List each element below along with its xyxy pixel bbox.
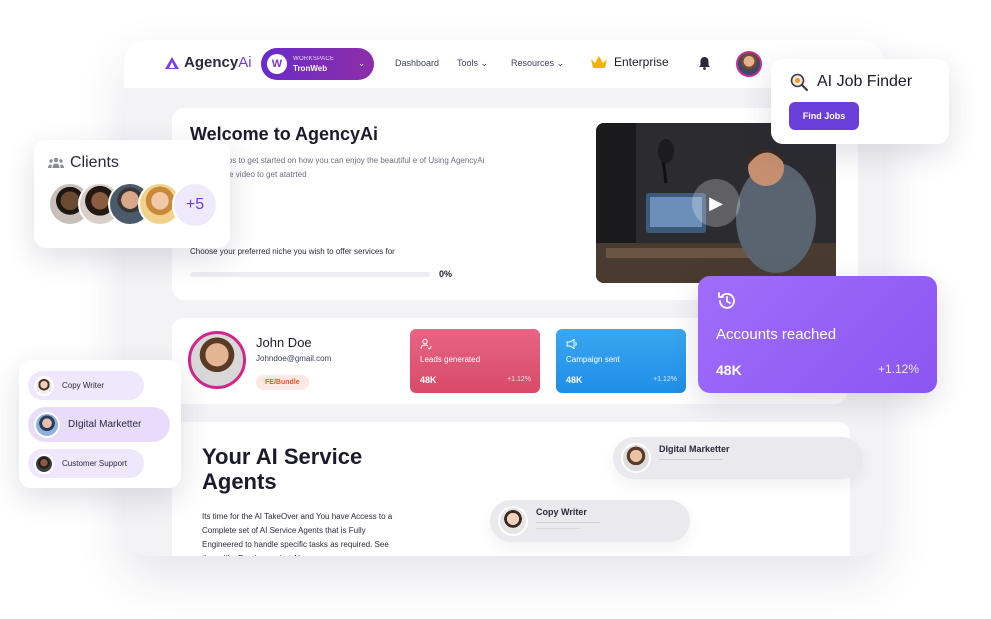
users-icon — [48, 157, 64, 168]
role-label: Customer Support — [62, 459, 127, 468]
find-jobs-button[interactable]: Find Jobs — [789, 102, 859, 130]
role-customer-support[interactable]: Customer Support — [28, 449, 144, 478]
agent-name: Copy Writer — [536, 507, 587, 517]
divider — [536, 528, 580, 529]
agent-pill-copy-writer[interactable]: Copy Writer — [490, 500, 690, 542]
agents-section: Your AI Service Agents Its time for the … — [172, 422, 863, 556]
reach-value: 48K — [716, 362, 742, 378]
divider — [536, 522, 600, 523]
role-avatar — [34, 411, 60, 438]
nav-link-resources[interactable]: Resources ⌄ — [511, 58, 564, 69]
role-copy-writer[interactable]: Copy Writer — [28, 371, 144, 400]
more-clients-count[interactable]: +5 — [172, 182, 218, 228]
enterprise-link[interactable]: Enterprise — [590, 55, 669, 69]
role-label: DIgital Marketter — [68, 419, 142, 430]
workspace-logo-icon: W — [267, 54, 287, 74]
workspace-value: TronWeb — [293, 64, 328, 73]
stat-label: Leads generated — [420, 355, 481, 364]
enterprise-label: Enterprise — [614, 55, 669, 69]
logo-icon — [165, 56, 179, 69]
progress-percent: 0% — [439, 269, 453, 279]
agent-pill-digital-marketter[interactable]: DIgital Marketter — [613, 437, 863, 479]
stat-card-campaigns[interactable]: Campaign sent 48K +1.12% — [556, 329, 686, 393]
job-finder-title: AI Job Finder — [817, 73, 913, 90]
history-icon — [718, 292, 735, 309]
crown-icon — [591, 56, 607, 68]
bell-icon[interactable] — [698, 56, 711, 70]
workspace-selector[interactable]: W WORKSPACE TronWeb ⌄ — [261, 48, 374, 80]
brand-name: Agency — [184, 54, 239, 71]
reach-title: Accounts reached — [716, 326, 837, 343]
profile-email: Johndoe@gmail.com — [256, 354, 332, 363]
agents-title: Your AI Service Agents — [202, 444, 363, 494]
divider — [659, 459, 723, 460]
chevron-down-icon: ⌄ — [358, 59, 365, 68]
profile-avatar — [188, 331, 246, 389]
reach-change: +1.12% — [877, 362, 919, 376]
welcome-card: Welcome to AgencyAi display steps to get… — [172, 108, 858, 300]
stat-change: +1.12% — [507, 376, 531, 383]
logo[interactable]: AgencyAi — [164, 54, 252, 71]
play-button[interactable]: ▶ — [692, 179, 740, 227]
roles-card: Copy Writer DIgital Marketter Customer S… — [19, 360, 181, 488]
clients-title: Clients — [70, 154, 119, 171]
clients-card: Clients +5 — [34, 140, 230, 248]
stage: AgencyAi W WORKSPACE TronWeb ⌄ Dashboard… — [0, 0, 991, 619]
user-avatar[interactable] — [736, 51, 762, 77]
role-avatar — [34, 375, 54, 396]
stat-value: 48K — [566, 375, 583, 385]
job-finder-card: AI Job Finder Find Jobs — [771, 59, 949, 144]
agent-avatar — [498, 506, 528, 536]
user-check-icon — [420, 338, 432, 350]
nav-link-dashboard[interactable]: Dashboard — [395, 58, 439, 68]
stat-change: +1.12% — [653, 376, 677, 383]
workspace-label: WORKSPACE — [293, 56, 335, 62]
niche-prompt: Choose your preferred niche you wish to … — [190, 247, 395, 256]
role-label: Copy Writer — [62, 381, 105, 390]
intro-video[interactable]: ▶ — [596, 123, 836, 283]
play-icon: ▶ — [709, 192, 723, 213]
megaphone-icon — [566, 338, 577, 350]
nav-link-tools-label: Tools — [457, 58, 479, 68]
nav-link-resources-label: Resources — [511, 58, 555, 68]
progress-bar — [190, 272, 430, 277]
role-avatar — [34, 453, 54, 474]
plan-badge: FE/Bundle — [256, 375, 309, 390]
search-icon — [790, 73, 809, 92]
agent-avatar — [621, 443, 651, 473]
agents-description: Its time for the AI TakeOver and You hav… — [202, 512, 393, 556]
agent-name: DIgital Marketter — [659, 444, 730, 454]
chevron-down-icon: ⌄ — [556, 58, 565, 68]
brand-suffix: Ai — [238, 54, 252, 71]
nav-link-tools[interactable]: Tools ⌄ — [457, 58, 488, 69]
top-nav: AgencyAi W WORKSPACE TronWeb ⌄ Dashboard… — [124, 40, 884, 88]
stat-value: 48K — [420, 375, 437, 385]
chevron-down-icon: ⌄ — [480, 58, 489, 68]
stat-label: Campaign sent — [566, 355, 620, 364]
accounts-reached-card: Accounts reached 48K +1.12% — [698, 276, 937, 393]
role-digital-marketter[interactable]: DIgital Marketter — [28, 407, 170, 442]
welcome-description: display steps to get started on how you … — [190, 156, 485, 179]
profile-name: John Doe — [256, 335, 312, 350]
stat-card-leads[interactable]: Leads generated 48K +1.12% — [410, 329, 540, 393]
